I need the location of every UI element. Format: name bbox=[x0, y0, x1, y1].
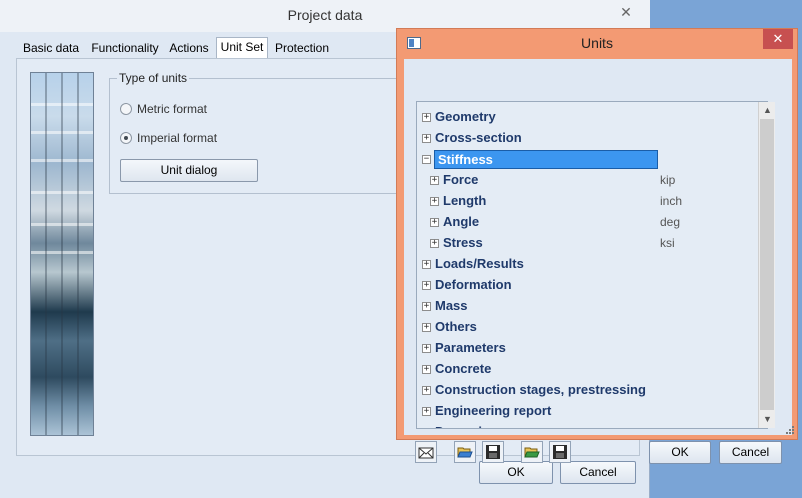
tree-subitem[interactable]: + Stress ksi bbox=[417, 234, 767, 255]
expand-icon[interactable]: + bbox=[422, 365, 431, 374]
units-tree[interactable]: + Geometry + Cross-section − Stiffness + Force k… bbox=[416, 101, 768, 429]
tree-item[interactable]: + Geometry bbox=[417, 108, 767, 129]
radio-label-metric: Metric format bbox=[137, 102, 208, 116]
expand-icon[interactable]: + bbox=[430, 218, 439, 227]
expand-icon[interactable]: + bbox=[422, 134, 431, 143]
tree-item[interactable]: + Concrete bbox=[417, 360, 767, 381]
radio-metric[interactable]: Metric format bbox=[120, 101, 207, 117]
scroll-up-icon[interactable]: ▲ bbox=[759, 102, 776, 119]
expand-icon[interactable]: + bbox=[430, 239, 439, 248]
tree-scrollbar[interactable]: ▲ ▼ bbox=[758, 102, 775, 428]
save-button[interactable] bbox=[482, 441, 504, 463]
tree-item-unit: ksi bbox=[660, 236, 675, 250]
tab-functionality[interactable]: Functionality bbox=[86, 39, 164, 59]
radio-button[interactable] bbox=[120, 103, 132, 115]
group-label: Type of units bbox=[117, 71, 190, 85]
tree-item[interactable]: + Loads/Results bbox=[417, 255, 767, 276]
tree-item[interactable]: + Deformation bbox=[417, 276, 767, 297]
tree-subitem[interactable]: + Length inch bbox=[417, 192, 767, 213]
tree-item-unit: inch bbox=[660, 194, 683, 208]
save-template-button[interactable] bbox=[549, 441, 571, 463]
tab-actions[interactable]: Actions bbox=[166, 39, 212, 59]
tab-protection[interactable]: Protection bbox=[272, 39, 332, 59]
expand-icon[interactable]: + bbox=[422, 344, 431, 353]
save-icon bbox=[486, 445, 500, 459]
open-folder-green-icon bbox=[524, 447, 540, 458]
save-icon-2 bbox=[553, 445, 567, 459]
window-title: Project data bbox=[287, 7, 363, 23]
tree-item[interactable]: + Others bbox=[417, 318, 767, 339]
tree-item[interactable]: + Dynamics bbox=[417, 423, 767, 429]
expand-icon[interactable]: + bbox=[422, 113, 431, 122]
close-icon[interactable]: ✕ bbox=[609, 3, 643, 21]
envelope-icon bbox=[418, 447, 434, 459]
tree-item-unit: kip bbox=[660, 173, 676, 187]
tab-unit-set[interactable]: Unit Set bbox=[216, 37, 268, 59]
expand-icon[interactable]: + bbox=[422, 407, 431, 416]
units-cancel-button[interactable]: Cancel bbox=[719, 441, 782, 464]
envelope-button[interactable] bbox=[415, 441, 437, 463]
tree-subitem[interactable]: + Force kip bbox=[417, 171, 767, 192]
ok-button[interactable]: OK bbox=[479, 461, 553, 484]
tab-basic-data[interactable]: Basic data bbox=[18, 39, 84, 59]
open-folder-icon bbox=[457, 447, 473, 458]
units-client-area: + Geometry + Cross-section − Stiffness + Force k… bbox=[404, 59, 792, 464]
collapse-icon[interactable]: − bbox=[422, 155, 431, 164]
close-icon[interactable]: ✕ bbox=[763, 29, 793, 49]
tree-item[interactable]: + Construction stages, prestressing bbox=[417, 381, 767, 402]
building-photo bbox=[30, 72, 94, 436]
expand-icon[interactable]: + bbox=[422, 281, 431, 290]
unit-dialog-button[interactable]: Unit dialog bbox=[120, 159, 258, 182]
radio-label-imperial: Imperial format bbox=[137, 131, 218, 145]
tree-item-label: Concrete bbox=[435, 361, 492, 376]
tree-item-label: Construction stages, prestressing bbox=[435, 382, 646, 397]
tree-item-label: Angle bbox=[443, 214, 480, 229]
open-template-button[interactable] bbox=[521, 441, 543, 463]
tree-item-label: Deformation bbox=[435, 277, 512, 292]
cancel-button[interactable]: Cancel bbox=[560, 461, 636, 484]
radio-imperial[interactable]: Imperial format bbox=[120, 130, 217, 146]
tree-item-label: Mass bbox=[435, 298, 468, 313]
expand-icon[interactable]: + bbox=[430, 176, 439, 185]
tree-item-label: Stress bbox=[443, 235, 483, 250]
tree-item-label: Others bbox=[435, 319, 477, 334]
expand-icon[interactable]: + bbox=[422, 302, 431, 311]
tree-item[interactable]: − Stiffness bbox=[417, 150, 767, 171]
expand-icon[interactable]: + bbox=[422, 386, 431, 395]
dialog-title: Units bbox=[581, 35, 613, 51]
tree-item-label: Parameters bbox=[435, 340, 506, 355]
units-titlebar[interactable]: Units ✕ bbox=[397, 29, 797, 57]
expand-icon[interactable]: + bbox=[422, 323, 431, 332]
expand-icon[interactable]: + bbox=[424, 428, 429, 429]
tree-item-label: Force bbox=[443, 172, 479, 187]
tree-item-unit: deg bbox=[660, 215, 681, 229]
tree-item[interactable]: + Mass bbox=[417, 297, 767, 318]
tree-item-label: Cross-section bbox=[435, 130, 522, 145]
tree-item-label: Dynamics bbox=[435, 424, 496, 428]
expand-icon[interactable]: + bbox=[430, 197, 439, 206]
tree-item-label: Loads/Results bbox=[435, 256, 524, 271]
tree-item[interactable]: + Engineering report bbox=[417, 402, 767, 423]
tree-item-label: Stiffness bbox=[434, 150, 658, 169]
resize-grip-icon[interactable] bbox=[783, 423, 795, 435]
scroll-thumb[interactable] bbox=[760, 119, 774, 410]
tree-item[interactable]: + Cross-section bbox=[417, 129, 767, 150]
units-ok-button[interactable]: OK bbox=[649, 441, 711, 464]
tree-subitem[interactable]: + Angle deg bbox=[417, 213, 767, 234]
units-dialog: Units ✕ + Geometry + Cross-section − Stiffnes… bbox=[396, 28, 798, 464]
tree-item-label: Geometry bbox=[435, 109, 496, 124]
tree-item-label: Length bbox=[443, 193, 487, 208]
tree-item-label: Engineering report bbox=[435, 403, 552, 418]
expand-icon[interactable]: + bbox=[422, 260, 431, 269]
tree-item[interactable]: + Parameters bbox=[417, 339, 767, 360]
open-button[interactable] bbox=[454, 441, 476, 463]
radio-button-checked[interactable] bbox=[120, 132, 132, 144]
scroll-down-icon[interactable]: ▼ bbox=[759, 411, 776, 428]
